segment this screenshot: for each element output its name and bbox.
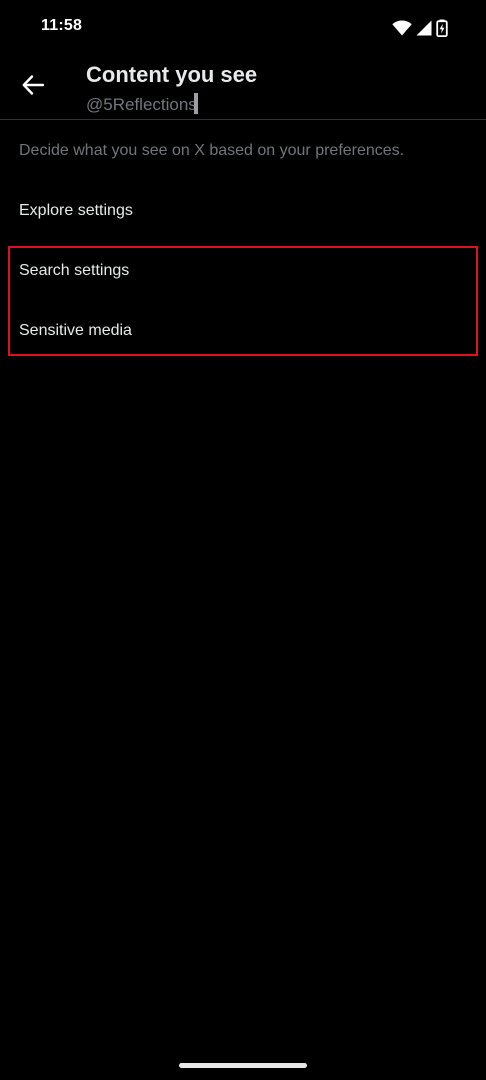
back-arrow-icon [22, 74, 45, 100]
status-icons [392, 18, 448, 38]
status-time: 11:58 [41, 17, 83, 34]
status-bar: 11:58 [0, 0, 486, 56]
text-cursor [193, 93, 198, 114]
gesture-navigation-handle[interactable] [179, 1063, 307, 1068]
search-settings-item[interactable]: Search settings [0, 243, 486, 299]
explore-settings-label: Explore settings [19, 202, 133, 219]
page-title: Content you see [86, 62, 258, 87]
explore-settings-item[interactable]: Explore settings [0, 183, 486, 239]
sensitive-media-item[interactable]: Sensitive media [0, 303, 486, 359]
sensitive-media-label: Sensitive media [19, 322, 132, 339]
account-handle-text: @5Reflections [86, 95, 197, 114]
wifi-icon [392, 20, 412, 36]
account-handle: @5Reflections [86, 93, 198, 115]
app-header: Content you see @5Reflections [0, 56, 486, 120]
page-description: Decide what you see on X based on your p… [19, 142, 405, 159]
back-button[interactable] [14, 68, 52, 106]
battery-charging-icon [436, 19, 448, 37]
search-settings-label: Search settings [19, 262, 130, 279]
cell-signal-icon [416, 20, 432, 36]
